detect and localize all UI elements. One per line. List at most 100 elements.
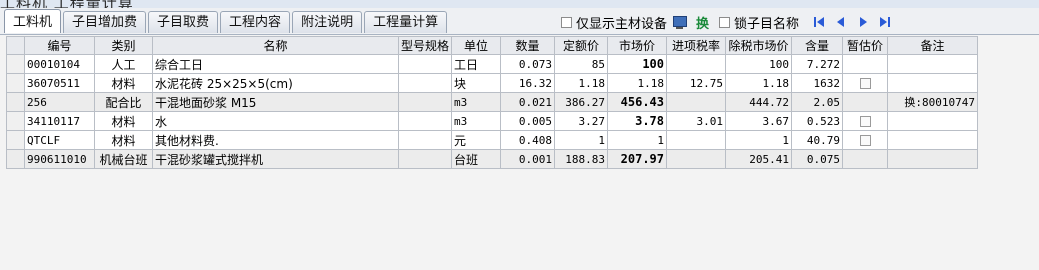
- cell-input-tax[interactable]: 3.01: [666, 111, 727, 131]
- tab-work-content[interactable]: 工程内容: [220, 11, 291, 33]
- cell-code[interactable]: 256: [24, 92, 95, 112]
- provisional-checkbox[interactable]: [859, 78, 871, 89]
- cell-ex-tax-price[interactable]: 100: [725, 54, 793, 74]
- row-selector[interactable]: [6, 149, 25, 169]
- row-selector[interactable]: [6, 73, 25, 93]
- cell-unit[interactable]: 工日: [451, 54, 502, 74]
- col-header-remark[interactable]: 备注: [887, 36, 979, 55]
- cell-name[interactable]: 综合工日: [152, 54, 399, 74]
- cell-provisional[interactable]: [842, 92, 889, 112]
- cell-quota-price[interactable]: 188.83: [554, 149, 609, 169]
- cell-category[interactable]: 材料: [94, 73, 153, 93]
- col-header-ex-tax-price[interactable]: 除税市场价: [725, 36, 793, 55]
- last-record-icon[interactable]: [878, 15, 892, 29]
- cell-spec[interactable]: [397, 92, 453, 112]
- col-header-name[interactable]: 名称: [152, 36, 399, 55]
- col-header-code[interactable]: 编号: [24, 36, 95, 55]
- cell-content[interactable]: 1632: [791, 73, 844, 93]
- table-row[interactable]: QTCLF 材料 其他材料费. 元 0.408 1 1 1 40.79: [6, 130, 979, 150]
- cell-provisional[interactable]: [842, 130, 889, 150]
- cell-market-price[interactable]: 207.97: [607, 149, 668, 169]
- cell-spec[interactable]: [397, 54, 453, 74]
- row-selector[interactable]: [6, 130, 25, 150]
- cell-spec[interactable]: [397, 130, 453, 150]
- prev-record-icon[interactable]: [834, 15, 848, 29]
- swap-button[interactable]: 换: [696, 12, 709, 32]
- row-selector[interactable]: [6, 54, 25, 74]
- tab-item-surcharge[interactable]: 子目增加费: [63, 11, 147, 33]
- cell-name[interactable]: 水泥花砖 25×25×5(cm): [152, 73, 399, 93]
- tab-quantity-calc[interactable]: 工程量计算: [364, 11, 448, 33]
- cell-remark[interactable]: [887, 130, 979, 150]
- cell-remark[interactable]: [887, 54, 979, 74]
- col-header-quota-price[interactable]: 定额价: [554, 36, 609, 55]
- table-row[interactable]: 34110117 材料 水 m3 0.005 3.27 3.78 3.01 3.…: [6, 111, 979, 131]
- cell-quota-price[interactable]: 1.18: [554, 73, 609, 93]
- cell-remark[interactable]: [887, 149, 979, 169]
- col-header-category[interactable]: 类别: [94, 36, 153, 55]
- cell-unit[interactable]: 台班: [451, 149, 502, 169]
- table-row[interactable]: 00010104 人工 综合工日 工日 0.073 85 100 100 7.2…: [6, 54, 979, 74]
- col-header-unit[interactable]: 单位: [451, 36, 502, 55]
- cell-code[interactable]: 00010104: [24, 54, 95, 74]
- cell-input-tax[interactable]: [666, 130, 727, 150]
- cell-input-tax[interactable]: 12.75: [666, 73, 727, 93]
- cell-spec[interactable]: [397, 111, 453, 131]
- first-record-icon[interactable]: [812, 15, 826, 29]
- cell-market-price[interactable]: 3.78: [607, 111, 668, 131]
- cell-category[interactable]: 机械台班: [94, 149, 153, 169]
- cell-remark[interactable]: [887, 111, 979, 131]
- cell-unit[interactable]: 块: [451, 73, 502, 93]
- row-selector[interactable]: [6, 111, 25, 131]
- cell-market-price[interactable]: 1: [607, 130, 668, 150]
- cell-quantity[interactable]: 0.001: [500, 149, 556, 169]
- cell-quantity[interactable]: 0.021: [500, 92, 556, 112]
- cell-input-tax[interactable]: [666, 92, 727, 112]
- cell-market-price[interactable]: 456.43: [607, 92, 668, 112]
- cell-input-tax[interactable]: [666, 54, 727, 74]
- cell-quantity[interactable]: 0.408: [500, 130, 556, 150]
- table-row[interactable]: 36070511 材料 水泥花砖 25×25×5(cm) 块 16.32 1.1…: [6, 73, 979, 93]
- cell-name[interactable]: 其他材料费.: [152, 130, 399, 150]
- cell-quantity[interactable]: 0.005: [500, 111, 556, 131]
- cell-provisional[interactable]: [842, 111, 889, 131]
- cell-quota-price[interactable]: 3.27: [554, 111, 609, 131]
- table-row[interactable]: 256 配合比 干混地面砂浆 M15 m3 0.021 386.27 456.4…: [6, 92, 979, 112]
- tab-labor-material-machine[interactable]: 工料机: [4, 9, 62, 33]
- main-material-checkbox[interactable]: [561, 16, 572, 28]
- cell-remark[interactable]: [887, 73, 979, 93]
- cell-unit[interactable]: m3: [451, 111, 502, 131]
- cell-code[interactable]: 990611010: [24, 149, 95, 169]
- cell-unit[interactable]: m3: [451, 92, 502, 112]
- cell-ex-tax-price[interactable]: 3.67: [725, 111, 793, 131]
- cell-name[interactable]: 干混地面砂浆 M15: [152, 92, 399, 112]
- row-selector[interactable]: [6, 92, 25, 112]
- cell-category[interactable]: 配合比: [94, 92, 153, 112]
- next-record-icon[interactable]: [856, 15, 870, 29]
- cell-category[interactable]: 材料: [94, 130, 153, 150]
- cell-ex-tax-price[interactable]: 205.41: [725, 149, 793, 169]
- cell-content[interactable]: 0.523: [791, 111, 844, 131]
- col-header-content[interactable]: 含量: [791, 36, 844, 55]
- cell-quota-price[interactable]: 85: [554, 54, 609, 74]
- cell-code[interactable]: 36070511: [24, 73, 95, 93]
- cell-unit[interactable]: 元: [451, 130, 502, 150]
- provisional-checkbox[interactable]: [859, 135, 871, 146]
- cell-quantity[interactable]: 0.073: [500, 54, 556, 74]
- cell-market-price[interactable]: 100: [607, 54, 668, 74]
- cell-quota-price[interactable]: 1: [554, 130, 609, 150]
- col-header-input-tax[interactable]: 进项税率: [666, 36, 727, 55]
- cell-content[interactable]: 7.272: [791, 54, 844, 74]
- provisional-checkbox[interactable]: [859, 116, 871, 127]
- cell-ex-tax-price[interactable]: 1.18: [725, 73, 793, 93]
- tab-item-fees[interactable]: 子目取费: [148, 11, 219, 33]
- lock-name-checkbox[interactable]: [719, 16, 730, 28]
- cell-input-tax[interactable]: [666, 149, 727, 169]
- cell-quota-price[interactable]: 386.27: [554, 92, 609, 112]
- cell-market-price[interactable]: 1.18: [607, 73, 668, 93]
- cell-category[interactable]: 人工: [94, 54, 153, 74]
- table-row[interactable]: 990611010 机械台班 干混砂浆罐式搅拌机 台班 0.001 188.83…: [6, 149, 979, 169]
- cell-name[interactable]: 水: [152, 111, 399, 131]
- cell-content[interactable]: 40.79: [791, 130, 844, 150]
- cell-name[interactable]: 干混砂浆罐式搅拌机: [152, 149, 399, 169]
